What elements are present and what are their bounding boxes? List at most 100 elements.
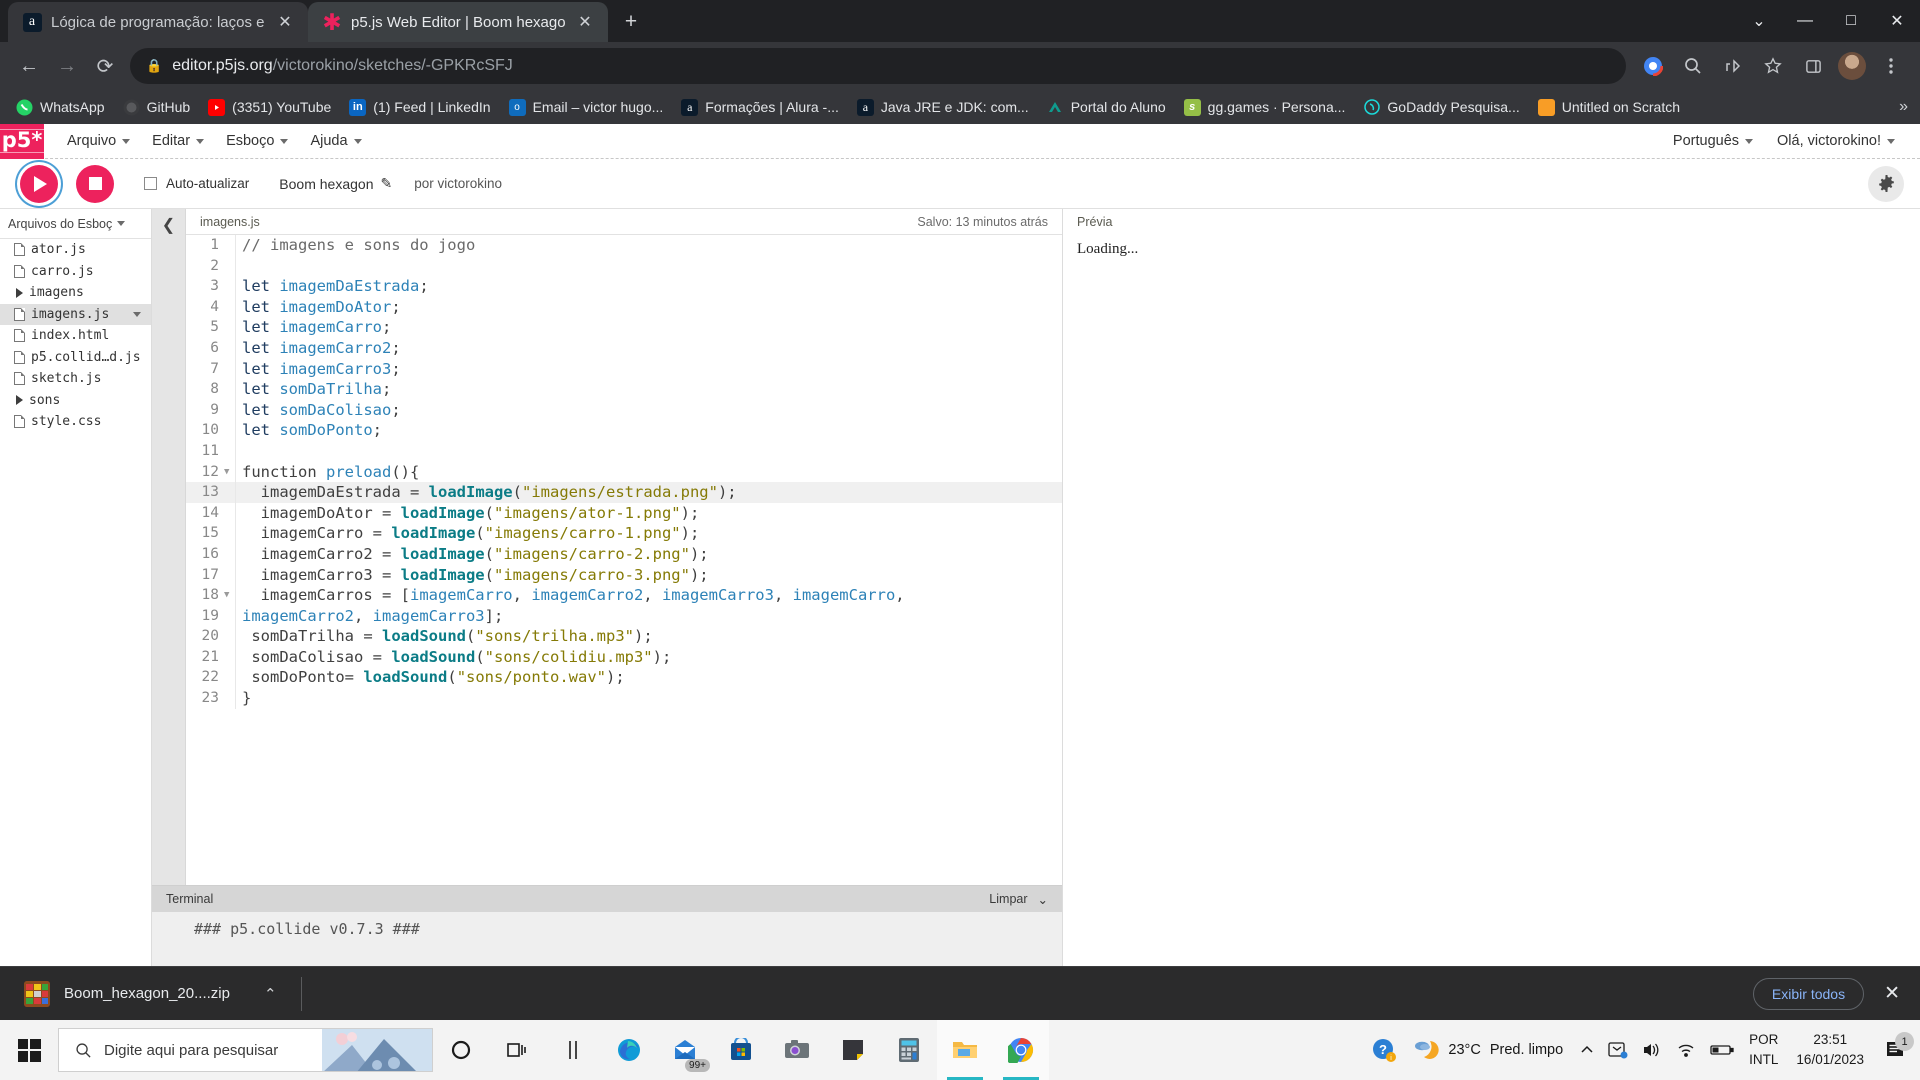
file-item-imagens-folder[interactable]: imagens [0,282,151,304]
close-window-button[interactable]: ✕ [1874,0,1920,42]
notifications-button[interactable]: 1 [1874,1032,1916,1061]
chevron-down-icon[interactable] [117,221,126,226]
mail-icon[interactable]: 99+ [657,1020,713,1080]
onedrive-icon[interactable] [1601,1020,1635,1080]
menu-arquivo[interactable]: Arquivo [58,128,139,154]
clock[interactable]: 23:51 16/01/2023 [1786,1030,1874,1071]
fold-arrow-icon[interactable]: ▼ [224,585,235,606]
back-icon[interactable]: ← [10,47,48,85]
bookmark-star-icon[interactable] [1754,47,1792,85]
bookmark-gg-games[interactable]: s gg.games · Persona... [1176,95,1354,120]
code-editor[interactable]: 1// imagens e sons do jogo 2 3 let imagemDa… [186,235,1062,885]
file-explorer-icon[interactable] [937,1020,993,1080]
account-menu[interactable]: Olá, victorokino! [1768,128,1904,154]
menu-editar[interactable]: Editar [143,128,213,154]
address-bar[interactable]: 🔒 editor.p5js.org/victorokino/sketches/-… [130,48,1626,84]
browser-tab-p5js[interactable]: ✱ p5.js Web Editor | Boom hexagon ✕ [308,2,608,42]
help-icon[interactable]: ? i [1365,1020,1403,1080]
google-chrome-icon[interactable] [993,1020,1049,1080]
chevron-up-icon[interactable]: ⌃ [264,985,277,1003]
token-var: imagemCarro2 [279,338,392,357]
side-panel-icon[interactable] [1794,47,1832,85]
microsoft-edge-icon[interactable] [601,1020,657,1080]
menu-esboco[interactable]: Esboço [217,128,297,154]
tray-overflow-icon[interactable] [1573,1020,1601,1080]
maximize-button[interactable]: □ [1828,0,1874,42]
menu-ajuda[interactable]: Ajuda [301,128,370,154]
language-selector[interactable]: Português [1664,128,1762,154]
google-lens-icon[interactable] [1634,47,1672,85]
share-icon[interactable] [1714,47,1752,85]
file-item-sketch-js[interactable]: sketch.js [0,368,151,390]
widgets-icon[interactable] [545,1020,601,1080]
windows-start-icon[interactable] [0,1020,58,1080]
search-icon[interactable] [1674,47,1712,85]
p5-body: Arquivos do Esboç ator.js carro.js image… [0,209,1920,1020]
file-item-style-css[interactable]: style.css [0,411,151,433]
bookmark-portal-aluno[interactable]: Portal do Aluno [1039,95,1174,120]
bookmark-alura-formacoes[interactable]: a Formações | Alura -... [673,95,847,120]
close-icon[interactable]: ✕ [574,11,596,33]
file-name: sons [29,392,61,408]
bookmark-email[interactable]: o Email – victor hugo... [501,95,672,120]
bookmark-whatsapp[interactable]: WhatsApp [8,95,113,120]
sticky-notes-icon[interactable] [825,1020,881,1080]
download-item[interactable]: Boom_hexagon_20....zip ⌃ [14,975,291,1013]
search-input[interactable]: Digite aqui para pesquisar [58,1028,433,1072]
microsoft-store-icon[interactable] [713,1020,769,1080]
chevron-down-icon[interactable] [133,311,141,317]
bookmarks-overflow-icon[interactable]: » [1893,96,1914,118]
editor-main: imagens.js Salvo: 13 minutos atrás 1 // i… [186,209,1062,885]
chrome-menu-icon[interactable] [1872,47,1910,85]
language-indicator[interactable]: POR INTL [1741,1030,1786,1071]
bookmark-java-jre[interactable]: a Java JRE e JDK: com... [849,95,1037,120]
minimize-button[interactable]: — [1782,0,1828,42]
p5-logo[interactable]: p5* [0,124,47,159]
show-all-downloads-button[interactable]: Exibir todos [1752,977,1865,1010]
file-item-sons-folder[interactable]: sons [0,390,151,412]
volume-icon[interactable] [1635,1020,1669,1080]
file-item-ator-js[interactable]: ator.js [0,239,151,261]
terminal-clear-button[interactable]: Limpar [989,892,1027,906]
weather-widget[interactable]: 23°C Pred. limpo [1403,1038,1573,1062]
file-item-p5-collide-js[interactable]: p5.collid…d.js [0,347,151,369]
chevron-down-icon[interactable]: ⌄ [1736,0,1782,42]
play-button[interactable] [20,164,58,203]
task-view-icon[interactable] [489,1020,545,1080]
fold-arrow-icon[interactable]: ▼ [224,462,235,483]
auto-refresh-toggle[interactable]: Auto-atualizar [144,176,249,191]
camera-icon[interactable] [769,1020,825,1080]
calculator-icon[interactable] [881,1020,937,1080]
battery-icon[interactable] [1703,1020,1741,1080]
file-item-imagens-js[interactable]: imagens.js [0,303,151,325]
sketch-name[interactable]: Boom hexagon ✎ [279,175,392,192]
chevron-down-icon[interactable]: ⌄ [1038,892,1048,907]
bookmark-github[interactable]: GitHub [115,95,199,120]
files-panel-header[interactable]: Arquivos do Esboç [0,209,151,239]
reload-icon[interactable]: ⟳ [86,47,124,85]
gear-icon[interactable] [1868,165,1904,202]
folder-arrow-icon[interactable] [16,287,23,298]
folder-arrow-icon[interactable] [16,395,23,406]
stop-button[interactable] [76,164,114,203]
file-item-index-html[interactable]: index.html [0,325,151,347]
forward-icon[interactable]: → [48,47,86,85]
browser-tab-alura[interactable]: a Lógica de programação: laços e li ✕ [8,2,308,42]
line-number: 2 [210,257,219,274]
close-icon[interactable]: ✕ [1878,982,1906,1005]
collapse-sidebar-button[interactable]: ❮ [152,209,186,885]
bookmark-scratch[interactable]: Untitled on Scratch [1530,95,1688,120]
avatar[interactable] [1838,52,1866,80]
bookmark-linkedin[interactable]: in (1) Feed | LinkedIn [341,95,498,120]
token-pun: ]; [484,606,504,625]
close-icon[interactable]: ✕ [274,11,296,33]
new-tab-button[interactable]: + [616,7,646,37]
file-item-carro-js[interactable]: carro.js [0,261,151,283]
edit-pencil-icon[interactable]: ✎ [380,175,392,192]
checkbox[interactable] [144,177,157,190]
bookmark-godaddy[interactable]: GoDaddy Pesquisa... [1355,95,1527,120]
network-icon[interactable] [1669,1020,1703,1080]
cortana-icon[interactable] [433,1020,489,1080]
bookmark-youtube[interactable]: (3351) YouTube [200,95,339,120]
notification-count: 1 [1895,1032,1914,1051]
